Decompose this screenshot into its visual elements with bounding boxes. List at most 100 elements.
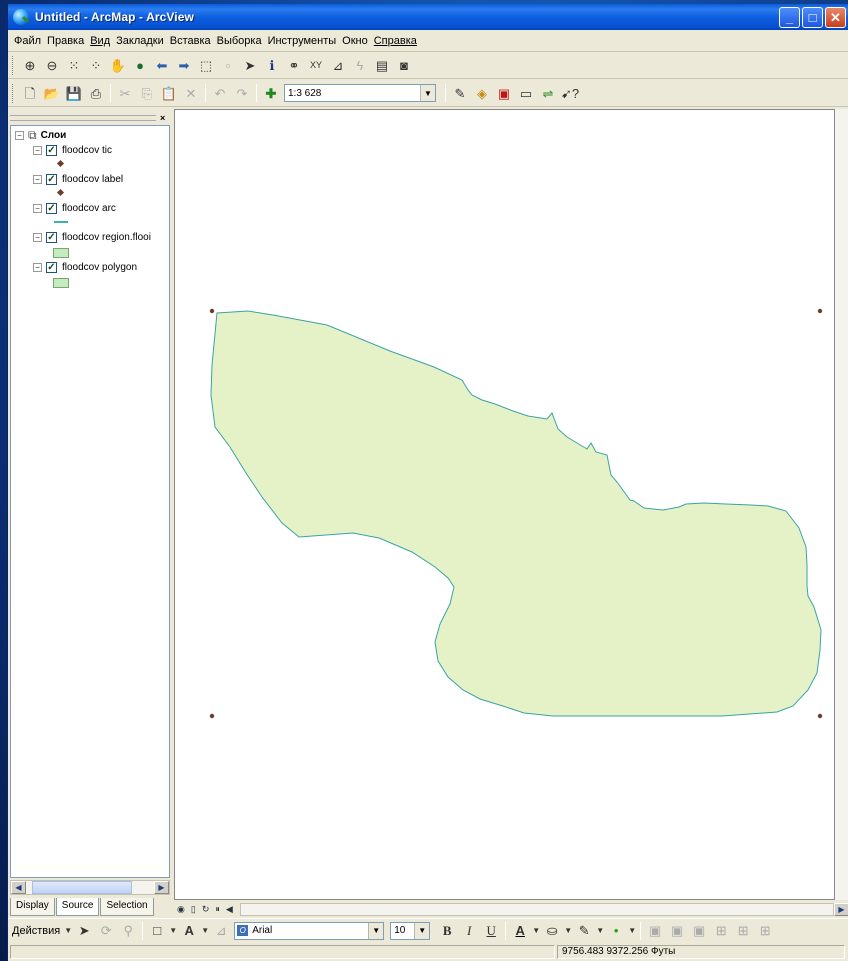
back-arrow-icon[interactable]: ⬅ — [151, 54, 173, 76]
open-folder-icon[interactable]: 📂 — [41, 82, 63, 104]
maximize-button[interactable]: □ — [802, 7, 823, 28]
refresh-icon[interactable]: ↻ — [202, 904, 210, 915]
distribute-icon[interactable]: ⊞ — [732, 920, 754, 942]
layer-row[interactable]: − ✓ floodcov tic — [33, 143, 112, 158]
chevron-down-icon[interactable]: ▼ — [414, 922, 430, 939]
layer-row[interactable]: − ✓ floodcov region.flooi — [33, 230, 151, 245]
full-extent-globe-icon[interactable]: ● — [129, 54, 151, 76]
rectangle-icon[interactable]: □ — [146, 920, 168, 942]
menu-edit[interactable]: Правка — [44, 35, 87, 47]
zoom-in-icon[interactable]: ⊕ — [19, 54, 41, 76]
rotate-icon[interactable]: ⟳ — [95, 920, 117, 942]
layer-row[interactable]: − ✓ floodcov arc — [33, 201, 116, 216]
menu-view[interactable]: Вид — [87, 35, 113, 47]
minimize-button[interactable]: _ — [779, 7, 800, 28]
collapse-icon[interactable]: − — [33, 204, 42, 213]
layer-visibility-checkbox[interactable]: ✓ — [46, 174, 57, 185]
map-scale-dropdown[interactable]: 1:3 628 ▼ — [284, 84, 436, 102]
align-icon[interactable]: ⊞ — [710, 920, 732, 942]
line-color-icon[interactable]: ✎ — [573, 920, 595, 942]
group-icon[interactable]: ▣ — [644, 920, 666, 942]
go-to-xy-icon[interactable]: XY — [305, 54, 327, 76]
toolbar-grip[interactable] — [12, 83, 15, 103]
redo-icon[interactable]: ↷ — [231, 82, 253, 104]
tree-root[interactable]: − ⧉ Слои — [15, 128, 66, 143]
italic-icon[interactable]: I — [458, 920, 480, 942]
find-binoculars-icon[interactable]: ⚭ — [283, 54, 305, 76]
cut-icon[interactable]: ✂ — [114, 82, 136, 104]
title-bar[interactable]: Untitled - ArcMap - ArcView _ □ ✕ — [8, 4, 848, 30]
layer-visibility-checkbox[interactable]: ✓ — [46, 145, 57, 156]
forward-arrow-icon[interactable]: ➡ — [173, 54, 195, 76]
fixed-zoom-in-icon[interactable]: ⁙ — [63, 54, 85, 76]
zoom-out-icon[interactable]: ⊖ — [41, 54, 63, 76]
map-vertical-scrollbar[interactable] — [835, 109, 848, 900]
modelbuilder-icon[interactable]: ⇌ — [537, 82, 559, 104]
toolbar-grip[interactable] — [12, 55, 15, 75]
layer-visibility-checkbox[interactable]: ✓ — [46, 203, 57, 214]
font-name-dropdown[interactable]: O Arial ▼ — [234, 921, 385, 940]
clear-selection-icon[interactable]: ▫ — [217, 54, 239, 76]
scroll-left-icon[interactable]: ◀ — [226, 904, 233, 915]
time-slider-icon[interactable]: ◙ — [393, 54, 415, 76]
menu-help[interactable]: Справка — [371, 35, 420, 47]
select-elements-icon[interactable]: ➤ — [73, 920, 95, 942]
scroll-thumb[interactable] — [32, 881, 132, 894]
pan-hand-icon[interactable]: ✋ — [107, 54, 129, 76]
collapse-icon[interactable]: − — [33, 146, 42, 155]
layer-row[interactable]: − ✓ floodcov polygon — [33, 260, 137, 275]
close-button[interactable]: ✕ — [825, 7, 846, 28]
chevron-down-icon[interactable]: ▼ — [200, 920, 210, 942]
tab-source[interactable]: Source — [55, 898, 100, 916]
menu-selection[interactable]: Выборка — [214, 35, 265, 47]
arccatalog-icon[interactable]: ◈ — [471, 82, 493, 104]
floodcov-polygon[interactable] — [210, 310, 822, 717]
map-display[interactable] — [174, 109, 835, 900]
bold-icon[interactable]: B — [436, 920, 458, 942]
nudge-icon[interactable]: ⊞ — [754, 920, 776, 942]
arctoolbox-icon[interactable]: ▣ — [493, 82, 515, 104]
new-document-icon[interactable]: 🗋 — [19, 82, 41, 104]
paste-icon[interactable]: 📋 — [158, 82, 180, 104]
fill-color-icon[interactable]: ⛀ — [541, 920, 563, 942]
menu-bookmarks[interactable]: Закладки — [113, 35, 167, 47]
scroll-left-icon[interactable]: ◀ — [11, 881, 26, 894]
collapse-icon[interactable]: − — [33, 233, 42, 242]
menu-insert[interactable]: Вставка — [167, 35, 214, 47]
chevron-down-icon[interactable]: ▼ — [63, 920, 73, 942]
copy-icon[interactable]: ⎘ — [136, 82, 158, 104]
print-icon[interactable]: ⎙ — [85, 82, 107, 104]
html-popup-icon[interactable]: ▤ — [371, 54, 393, 76]
underline-icon[interactable]: U — [480, 920, 502, 942]
command-line-icon[interactable]: ▭ — [515, 82, 537, 104]
scroll-right-icon[interactable]: ▶ — [154, 881, 169, 894]
undo-icon[interactable]: ↶ — [209, 82, 231, 104]
edit-vertices-icon[interactable]: ⊿ — [210, 920, 232, 942]
marker-color-icon[interactable]: • — [605, 920, 627, 942]
collapse-icon[interactable]: − — [33, 263, 42, 272]
chevron-down-icon[interactable]: ▼ — [531, 920, 541, 942]
select-elements-icon[interactable]: ➤ — [239, 54, 261, 76]
editor-toolbar-icon[interactable]: ✎ — [449, 82, 471, 104]
menu-tools[interactable]: Инструменты — [265, 35, 340, 47]
ungroup-icon[interactable]: ▣ — [666, 920, 688, 942]
layer-visibility-checkbox[interactable]: ✓ — [46, 262, 57, 273]
select-features-icon[interactable]: ⬚ — [195, 54, 217, 76]
collapse-icon[interactable]: − — [33, 175, 42, 184]
actions-menu[interactable]: Действия — [12, 925, 60, 937]
menu-file[interactable]: Файл — [11, 35, 44, 47]
add-data-icon[interactable]: ✚ — [260, 82, 282, 104]
scroll-right-icon[interactable]: ▶ — [834, 902, 848, 916]
chevron-down-icon[interactable]: ▼ — [627, 920, 637, 942]
measure-icon[interactable]: ⊿ — [327, 54, 349, 76]
layout-view-icon[interactable]: ▯ — [191, 904, 196, 915]
chevron-down-icon[interactable]: ▼ — [368, 922, 384, 939]
toc-horizontal-scrollbar[interactable]: ◀ ▶ — [10, 880, 170, 895]
toc-close-icon[interactable]: × — [160, 113, 170, 123]
chevron-down-icon[interactable]: ▼ — [420, 85, 435, 101]
layer-row[interactable]: − ✓ floodcov label — [33, 172, 123, 187]
hyperlink-icon[interactable]: ϟ — [349, 54, 371, 76]
pause-drawing-icon[interactable]: ⏸ — [215, 904, 220, 915]
zoom-to-selected-icon[interactable]: ⚲ — [117, 920, 139, 942]
whats-this-help-icon[interactable]: ➹? — [559, 82, 581, 104]
